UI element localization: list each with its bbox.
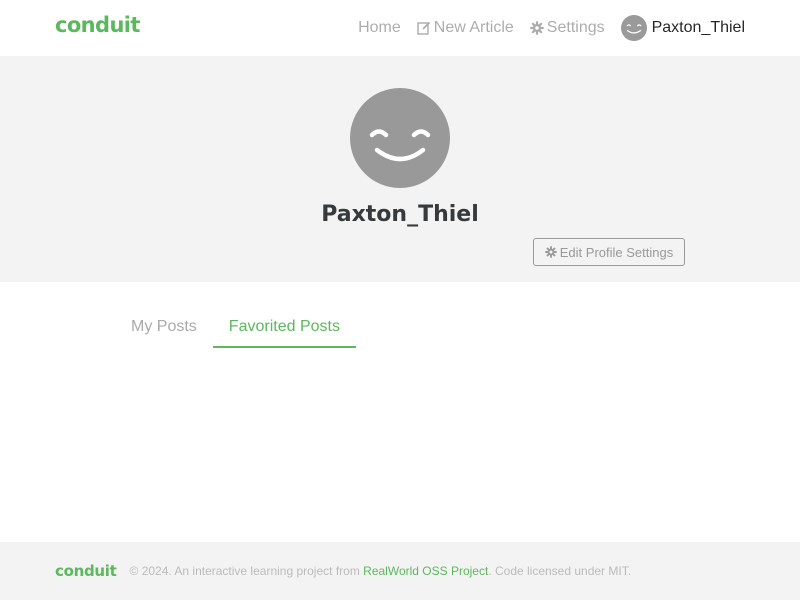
attribution-prefix: © 2024. An interactive learning project … <box>129 564 360 578</box>
realworld-link[interactable]: RealWorld OSS Project <box>363 564 488 578</box>
gear-icon <box>529 21 544 35</box>
navbar: conduit Home New Article Settings Paxton… <box>0 0 800 56</box>
profile-username: Paxton_Thiel <box>321 202 479 227</box>
nav-new-article-label: New Article <box>433 19 514 36</box>
nav-user-link[interactable]: Paxton_Thiel <box>613 15 745 41</box>
footer-attribution: © 2024. An interactive learning project … <box>130 564 632 578</box>
profile-avatar <box>350 88 450 188</box>
profile-banner: Paxton_Thiel Edit Profile Settings <box>0 56 800 282</box>
tab-my-posts[interactable]: My Posts <box>115 306 213 348</box>
nav-settings-label: Settings <box>546 19 605 36</box>
tab-favorited-posts[interactable]: Favorited Posts <box>212 306 356 348</box>
compose-icon <box>417 21 431 35</box>
nav-settings-link[interactable]: Settings <box>522 19 613 37</box>
nav-home-label: Home <box>358 19 401 36</box>
footer-logo[interactable]: conduit <box>55 562 117 580</box>
nav-links: Home New Article Settings Paxton_Thiel <box>350 0 745 56</box>
footer: conduit © 2024. An interactive learning … <box>0 542 800 600</box>
gear-icon <box>544 246 557 258</box>
edit-profile-settings-button[interactable]: Edit Profile Settings <box>533 238 685 266</box>
brand-logo[interactable]: conduit <box>55 13 140 37</box>
article-tabs: My Posts Favorited Posts <box>115 306 356 348</box>
attribution-suffix: . Code licensed under MIT. <box>488 564 632 578</box>
nav-home-link[interactable]: Home <box>350 19 409 37</box>
edit-profile-settings-label: Edit Profile Settings <box>559 244 674 260</box>
nav-username: Paxton_Thiel <box>651 19 745 36</box>
user-avatar-icon <box>620 15 647 41</box>
nav-new-article-link[interactable]: New Article <box>409 19 522 37</box>
